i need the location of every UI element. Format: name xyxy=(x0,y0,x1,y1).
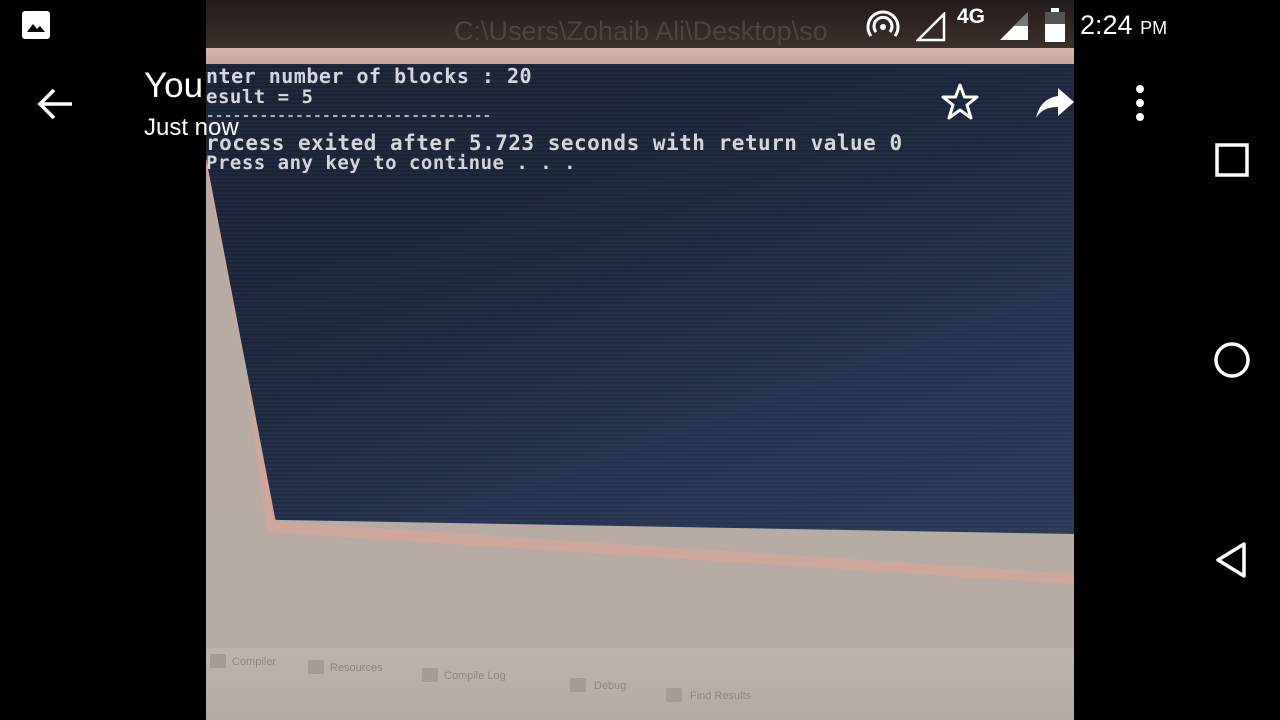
compiler-icon xyxy=(210,654,226,668)
ide-tab: Debug xyxy=(594,680,627,692)
compile-log-icon xyxy=(422,668,438,682)
ide-bottom-bar: Compiler Resources Compile Log Debug Fin… xyxy=(206,648,1074,720)
ide-tab: Compiler xyxy=(232,656,277,668)
status-clock: 2:24 PM xyxy=(1080,10,1167,41)
ide-tab: Compile Log xyxy=(444,670,506,682)
console-line: nter number of blocks : 20 xyxy=(206,64,533,88)
console-line: esult = 5 xyxy=(206,86,314,108)
debug-icon xyxy=(570,678,586,692)
sender-name: You xyxy=(144,66,204,105)
window-title: C:\Users\Zohaib Ali\Desktop\so xyxy=(454,16,828,46)
no-signal-icon xyxy=(916,12,946,42)
share-icon[interactable] xyxy=(1034,80,1078,124)
clock-time: 2:24 xyxy=(1080,10,1133,40)
ide-tab: Find Results xyxy=(690,690,752,702)
more-vert-icon[interactable] xyxy=(1118,80,1162,124)
back-triangle-icon[interactable] xyxy=(1208,536,1256,584)
network-type-label: 4G xyxy=(957,5,986,28)
back-arrow-icon[interactable] xyxy=(36,86,76,122)
console-line: Press any key to continue . . . xyxy=(206,152,577,174)
hotspot-icon xyxy=(866,10,900,37)
recents-square-icon[interactable] xyxy=(1208,136,1256,184)
resources-icon xyxy=(308,660,324,674)
star-icon[interactable] xyxy=(938,80,982,124)
gallery-icon xyxy=(22,11,50,39)
message-timestamp: Just now xyxy=(144,114,239,141)
battery-icon xyxy=(1045,8,1065,42)
console-divider: -------------------------------- xyxy=(206,108,492,124)
find-results-icon xyxy=(666,688,682,702)
clock-ampm: PM xyxy=(1140,18,1168,38)
home-circle-icon[interactable] xyxy=(1208,336,1256,384)
signal-icon xyxy=(1000,12,1028,40)
ide-tab: Resources xyxy=(330,662,383,674)
